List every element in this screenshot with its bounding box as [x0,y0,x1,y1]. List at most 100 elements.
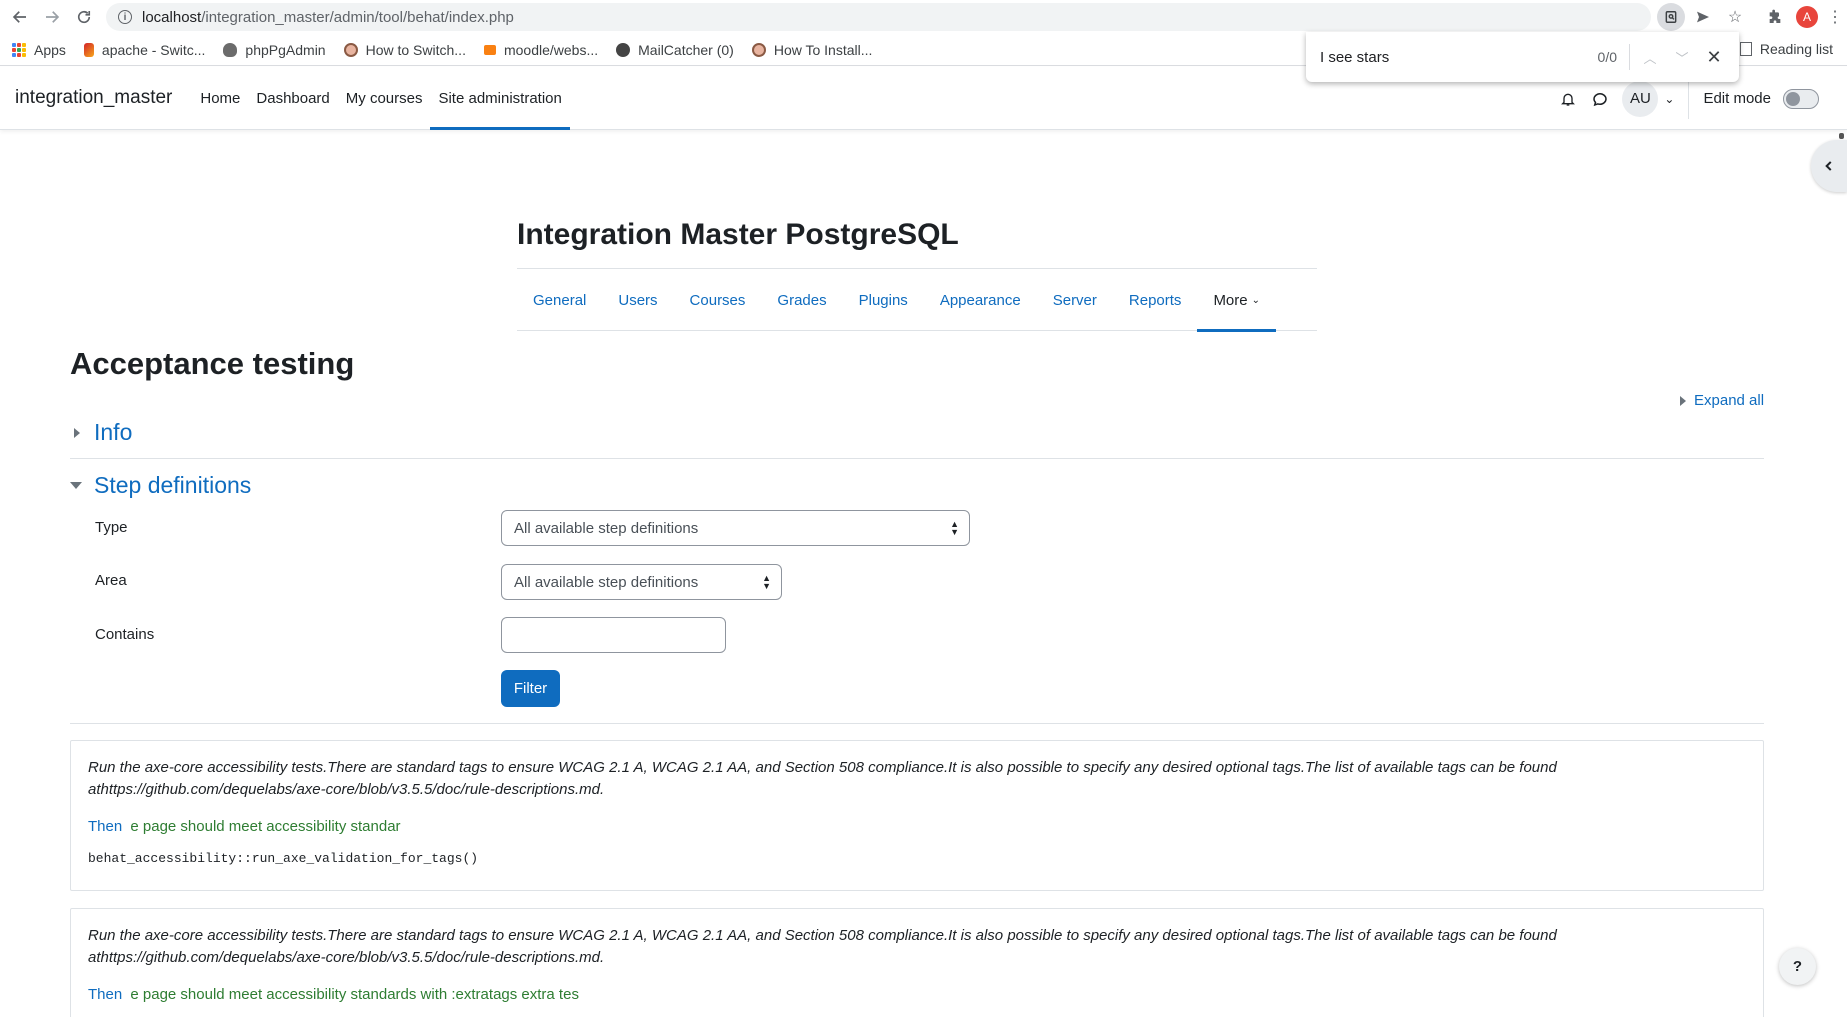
secondary-navigation: General Users Courses Grades Plugins App… [517,268,1317,332]
elephant-icon [223,42,238,57]
page-heading: Acceptance testing [70,346,355,381]
browser-toolbar: i localhost/integration_master/admin/too… [0,0,1847,34]
primary-navigation: Home Dashboard My courses Site administr… [192,67,571,130]
menu-kebab-icon[interactable]: ⋮ [1823,1,1847,33]
reload-icon[interactable] [68,1,100,33]
step-signature: Then e page should meet accessibility st… [88,986,1747,1003]
find-input[interactable] [1320,48,1570,66]
bookmark-label: moodle/webs... [503,41,599,58]
find-next-chevron-down-icon[interactable]: ﹀ [1666,41,1698,73]
expand-all-link[interactable]: Expand all [1680,392,1764,409]
section-step-definitions-header[interactable]: Step definitions [70,472,251,499]
notifications-bell-icon[interactable] [1552,83,1584,115]
step-keyword: Then [88,818,123,835]
nav-site-administration[interactable]: Site administration [430,67,571,130]
extensions-puzzle-icon[interactable] [1759,1,1791,33]
send-icon[interactable] [1687,1,1719,33]
select-updown-icon: ▲ ▼ [950,519,959,537]
caret-right-icon [1680,395,1686,406]
chevron-down-icon: ⌄ [1251,294,1261,306]
user-avatar[interactable]: AU [1622,80,1659,117]
caret-right-icon [74,427,80,438]
site-name[interactable]: integration_master [15,87,172,109]
expand-all-label: Expand all [1694,392,1765,409]
scrollbar[interactable] [1839,133,1844,139]
open-drawer-chevron-left-icon[interactable] [1811,140,1847,192]
mailcatcher-icon [616,42,631,57]
contains-label: Contains [95,626,155,643]
tab-more[interactable]: More ⌄ [1197,269,1276,332]
type-select[interactable]: All available step definitions ▲ ▼ [501,510,970,546]
bookmark-label: How To Install... [773,41,873,58]
profile-avatar[interactable]: A [1791,1,1823,33]
nav-my-courses[interactable]: My courses [338,67,431,130]
caret-down-icon [70,482,82,489]
contains-input[interactable] [501,617,726,653]
step-description: Run the axe-core accessibility tests.The… [88,927,1557,966]
type-label: Type [95,519,128,536]
find-in-page-icon[interactable] [1657,3,1685,31]
nav-home[interactable]: Home [192,67,248,130]
find-bar: 0/0 ︿ ﹀ ✕ [1306,32,1739,82]
step-text: e page should meet accessibility standar… [130,986,579,1003]
step-definition-card: Run the axe-core accessibility tests.The… [70,740,1764,891]
filter-button[interactable]: Filter [501,670,560,707]
page-title: Integration Master PostgreSQL [517,218,959,251]
reading-list-icon [1739,42,1752,56]
tab-server[interactable]: Server [1037,269,1113,331]
step-keyword: Then [88,986,123,1003]
section-step-definitions-title: Step definitions [94,472,252,498]
address-bar[interactable]: i localhost/integration_master/admin/too… [106,3,1651,31]
site-favicon-icon [343,42,358,57]
edit-mode-toggle[interactable] [1783,88,1819,109]
step-definition-card: Run the axe-core accessibility tests.The… [70,908,1764,1017]
forward-arrow-icon[interactable] [36,1,68,33]
find-close-icon[interactable]: ✕ [1698,41,1730,73]
url-path: /integration_master/admin/tool/behat/ind… [201,8,514,26]
tab-grades[interactable]: Grades [761,269,842,331]
bookmark-label: MailCatcher (0) [638,41,734,58]
find-match-count: 0/0 [1570,44,1630,70]
type-select-value: All available step definitions [514,519,699,537]
tab-appearance[interactable]: Appearance [924,269,1037,331]
select-updown-icon: ▲ ▼ [762,573,771,591]
user-menu-chevron-down-icon[interactable]: ⌄ [1664,92,1674,106]
bookmark-apache[interactable]: apache - Switc... [83,42,205,58]
moodle-icon [483,44,496,55]
area-label: Area [95,572,127,589]
bookmark-moodle[interactable]: moodle/webs... [483,41,599,58]
tab-courses[interactable]: Courses [674,269,762,331]
find-previous-chevron-up-icon[interactable]: ︿ [1634,41,1666,73]
bookmark-label: Apps [34,41,66,58]
nav-dashboard[interactable]: Dashboard [248,67,337,130]
back-arrow-icon[interactable] [4,1,36,33]
step-method: behat_accessibility::run_axe_validation_… [88,851,479,866]
bookmark-how-to-switch[interactable]: How to Switch... [343,41,466,58]
bookmark-mailcatcher[interactable]: MailCatcher (0) [616,42,734,58]
area-select[interactable]: All available step definitions ▲ ▼ [501,564,782,600]
bookmark-star-icon[interactable]: ☆ [1719,1,1751,33]
site-info-icon[interactable]: i [118,10,132,24]
navbar-divider [1688,78,1690,119]
step-text: e page should meet accessibility standar [130,818,401,835]
tab-plugins[interactable]: Plugins [843,269,924,331]
area-select-value: All available step definitions [514,573,699,591]
bookmark-phppgadmin[interactable]: phpPgAdmin [223,41,326,58]
bookmark-label: How to Switch... [365,41,466,58]
tab-general[interactable]: General [517,269,602,331]
section-divider [70,458,1764,459]
bookmark-apps[interactable]: Apps [12,42,66,58]
tab-more-label: More [1213,291,1248,309]
tab-users[interactable]: Users [602,269,673,331]
help-button[interactable]: ? [1779,948,1816,985]
bookmark-label: phpPgAdmin [245,41,326,58]
profile-initial: A [1796,6,1818,28]
section-info-header[interactable]: Info [70,419,132,446]
edit-mode-label: Edit mode [1703,90,1771,107]
bookmark-how-to-install[interactable]: How To Install... [751,41,873,58]
reading-list-button[interactable]: Reading list [1739,41,1833,57]
apache-feather-icon [83,42,94,57]
messages-chat-icon[interactable] [1584,83,1616,115]
tab-reports[interactable]: Reports [1113,269,1198,331]
section-info-title: Info [94,419,133,445]
